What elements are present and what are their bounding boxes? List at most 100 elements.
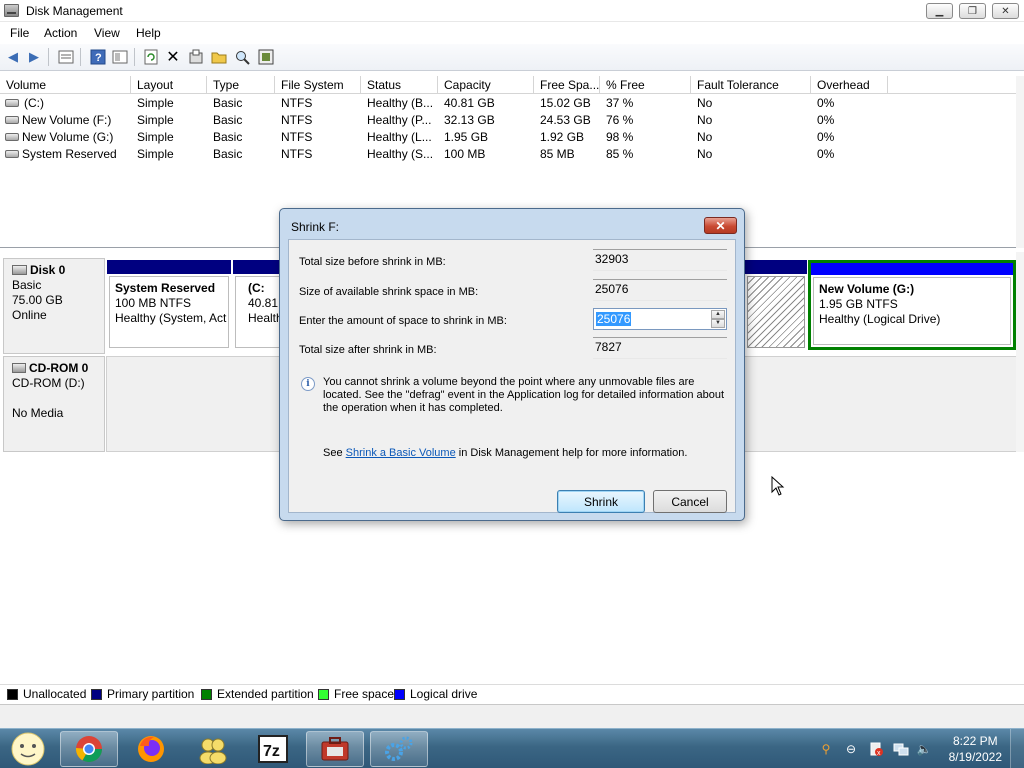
chrome-icon[interactable] bbox=[60, 731, 118, 767]
volume-row-f[interactable]: New Volume (F:) Simple Basic NTFS Health… bbox=[0, 112, 1024, 129]
column-type[interactable]: Type bbox=[207, 76, 275, 94]
cdrom0-name: CD-ROM 0 bbox=[29, 361, 89, 375]
volume-fault-tolerance: No bbox=[697, 147, 713, 161]
settings-icon[interactable] bbox=[188, 49, 204, 65]
volume-type: Basic bbox=[213, 147, 243, 161]
hatched-area bbox=[747, 276, 805, 348]
volume-layout: Simple bbox=[137, 96, 174, 110]
minimize-button[interactable]: ▁ bbox=[926, 3, 953, 19]
volume-overhead: 0% bbox=[817, 147, 835, 161]
logical-drive-bar bbox=[811, 263, 1013, 275]
volume-status: Healthy (S... bbox=[367, 147, 434, 161]
volume-status: Healthy (P... bbox=[367, 113, 432, 127]
disk0-type: Basic bbox=[12, 278, 42, 292]
menu-help[interactable]: Help bbox=[136, 26, 161, 40]
volume-percent-free: 37 % bbox=[606, 96, 634, 110]
column-fault-tolerance[interactable]: Fault Tolerance bbox=[691, 76, 811, 94]
column-layout[interactable]: Layout bbox=[131, 76, 207, 94]
open-icon[interactable] bbox=[211, 49, 227, 65]
search-icon[interactable] bbox=[234, 49, 250, 65]
help-line: See Shrink a Basic Volume in Disk Manage… bbox=[323, 447, 687, 459]
shrink-button[interactable]: Shrink bbox=[557, 490, 645, 513]
status-bar bbox=[0, 704, 1024, 728]
properties-icon[interactable] bbox=[58, 49, 74, 65]
taskbar: 7z ⚲ ⊖ x 🔈 8:22 PM 8/19/2022 bbox=[0, 728, 1024, 768]
partition-g[interactable]: New Volume (G:) 1.95 GB NTFS Healthy (Lo… bbox=[808, 260, 1016, 350]
cancel-button[interactable]: Cancel bbox=[653, 490, 727, 513]
clock-time: 8:22 PM bbox=[952, 734, 998, 748]
7zip-icon[interactable]: 7z bbox=[244, 731, 302, 767]
disk0-name: Disk 0 bbox=[30, 263, 66, 277]
show-desktop-button[interactable] bbox=[1010, 729, 1024, 768]
settings-gears-icon[interactable] bbox=[370, 731, 428, 767]
computer-management-icon[interactable] bbox=[306, 731, 364, 767]
volume-row-system-reserved[interactable]: System Reserved Simple Basic NTFS Health… bbox=[0, 146, 1024, 163]
legend: Unallocated Primary partition Extended p… bbox=[0, 684, 1024, 702]
primary-partition-bar bbox=[745, 260, 807, 274]
volume-capacity: 40.81 GB bbox=[444, 96, 495, 110]
cdrom0-label[interactable]: CD-ROM 0 CD-ROM (D:) No Media bbox=[3, 356, 105, 452]
search-tray-icon[interactable]: ⚲ bbox=[818, 741, 834, 757]
legend-unallocated: Unallocated bbox=[7, 687, 86, 701]
partition-extended-free[interactable] bbox=[745, 260, 807, 350]
firefox-icon[interactable] bbox=[122, 731, 180, 767]
drive-icon bbox=[5, 116, 19, 124]
language-tray-icon[interactable]: ⊖ bbox=[843, 741, 859, 757]
title-bar: Disk Management ▁ ❐ ✕ bbox=[0, 0, 1024, 22]
action-center-icon[interactable]: x bbox=[868, 741, 884, 757]
partition-system-reserved[interactable]: System Reserved 100 MB NTFS Healthy (Sys… bbox=[107, 260, 231, 350]
column-percent-free[interactable]: % Free bbox=[600, 76, 691, 94]
volume-status: Healthy (L... bbox=[367, 130, 432, 144]
view-icon[interactable] bbox=[112, 49, 128, 65]
forward-icon[interactable]: ▶ bbox=[26, 49, 42, 65]
volume-icon[interactable]: 🔈 bbox=[916, 741, 932, 757]
clock[interactable]: 8:22 PM 8/19/2022 bbox=[949, 733, 1002, 765]
volume-percent-free: 98 % bbox=[606, 130, 634, 144]
dialog-close-button[interactable]: ✕ bbox=[704, 217, 737, 234]
disk-map-scrollbar[interactable] bbox=[1016, 252, 1024, 452]
hard-disk-icon bbox=[12, 265, 27, 275]
volume-overhead: 0% bbox=[817, 130, 835, 144]
volume-row-c[interactable]: (C:) Simple Basic NTFS Healthy (B... 40.… bbox=[0, 95, 1024, 112]
help-icon[interactable]: ? bbox=[90, 49, 106, 65]
restore-button[interactable]: ❐ bbox=[959, 3, 986, 19]
column-volume[interactable]: Volume bbox=[0, 76, 131, 94]
menu-file[interactable]: File bbox=[10, 26, 29, 40]
delete-icon[interactable]: ✕ bbox=[165, 49, 181, 66]
column-capacity[interactable]: Capacity bbox=[438, 76, 534, 94]
spin-up-icon[interactable]: ▲ bbox=[711, 310, 725, 319]
refresh-icon[interactable] bbox=[143, 49, 159, 65]
column-file-system[interactable]: File System bbox=[275, 76, 361, 94]
volume-overhead: 0% bbox=[817, 96, 835, 110]
column-status[interactable]: Status bbox=[361, 76, 438, 94]
users-icon[interactable] bbox=[184, 731, 242, 767]
volume-fs: NTFS bbox=[281, 113, 313, 127]
shrink-amount-value[interactable]: 25076 bbox=[596, 312, 632, 326]
menu-view[interactable]: View bbox=[94, 26, 120, 40]
back-icon[interactable]: ◀ bbox=[5, 49, 21, 65]
volume-fs: NTFS bbox=[281, 147, 313, 161]
disk0-label[interactable]: Disk 0 Basic 75.00 GB Online bbox=[3, 258, 105, 354]
shrink-amount-input[interactable]: 25076 ▲ ▼ bbox=[593, 308, 727, 330]
volume-fs: NTFS bbox=[281, 130, 313, 144]
spin-down-icon[interactable]: ▼ bbox=[711, 319, 725, 328]
partition-status: Healthy (Logical Drive) bbox=[819, 312, 941, 326]
cdrom-icon bbox=[12, 363, 26, 373]
volume-name: New Volume (G:) bbox=[22, 130, 114, 144]
volume-capacity: 1.95 GB bbox=[444, 130, 489, 144]
available-shrink-value: 25076 bbox=[593, 279, 727, 301]
shrink-amount-spinner[interactable]: ▲ ▼ bbox=[711, 310, 725, 328]
volume-type: Basic bbox=[213, 113, 243, 127]
close-button[interactable]: ✕ bbox=[992, 3, 1019, 19]
help-link[interactable]: Shrink a Basic Volume bbox=[346, 447, 456, 459]
volume-row-g[interactable]: New Volume (G:) Simple Basic NTFS Health… bbox=[0, 129, 1024, 146]
console-icon[interactable] bbox=[258, 49, 274, 65]
volume-list-scrollbar[interactable] bbox=[1016, 76, 1024, 248]
volume-layout: Simple bbox=[137, 147, 174, 161]
volume-percent-free: 85 % bbox=[606, 147, 634, 161]
menu-action[interactable]: Action bbox=[44, 26, 77, 40]
column-overhead[interactable]: Overhead bbox=[811, 76, 888, 94]
column-free-space[interactable]: Free Spa... bbox=[534, 76, 600, 94]
start-orb-icon[interactable] bbox=[2, 731, 54, 767]
network-icon[interactable] bbox=[893, 741, 909, 757]
